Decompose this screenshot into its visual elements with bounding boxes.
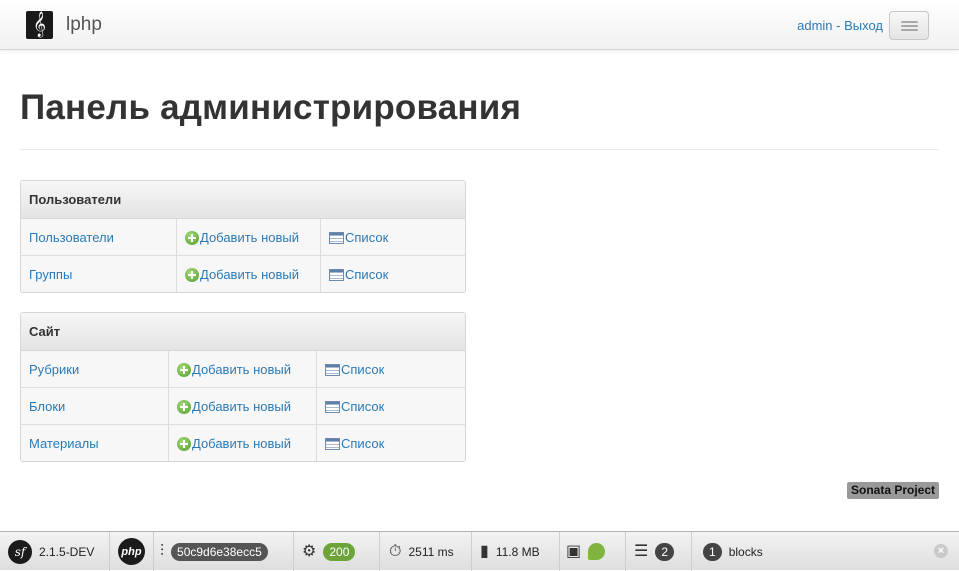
toolbar-time[interactable]: ⏱ 2511 ms (389, 532, 472, 571)
toolbar-request[interactable]: ⫶ 50c9d6e38ecc5 (160, 532, 294, 571)
toolbar-memory[interactable]: ▮ 11.8 MB (480, 532, 560, 571)
list-icon (329, 232, 344, 244)
table-row: Рубрики Добавить новый Список (21, 351, 465, 388)
close-toolbar-icon[interactable]: × (934, 544, 948, 558)
toolbar-status[interactable]: ⚙ 200 (302, 532, 380, 571)
gear-icon: ⚙ (302, 542, 317, 560)
table-row: Группы Добавить новый Список (21, 256, 465, 292)
add-new-link[interactable]: Добавить новый (185, 230, 299, 245)
debug-toolbar: sf 2.1.5-DEV php ⫶ 50c9d6e38ecc5 ⚙ 200 ⏱… (0, 531, 959, 571)
admin-link-materials[interactable]: Материалы (29, 436, 99, 451)
timer-icon: ⏱ (389, 542, 402, 560)
table-row: Материалы Добавить новый Список (21, 425, 465, 461)
admin-link-users[interactable]: Пользователи (29, 230, 114, 245)
admin-link-rubrics[interactable]: Рубрики (29, 362, 79, 377)
memory-value: 11.8 MB (495, 544, 540, 559)
list-link[interactable]: Список (325, 436, 384, 451)
user-card-icon: ▣ (566, 542, 582, 560)
toolbar-security[interactable]: ▣ (566, 532, 626, 571)
admin-link-blocks[interactable]: Блоки (29, 399, 65, 414)
page-title: Панель администрирования (20, 88, 522, 127)
table-row: Блоки Добавить новый Список (21, 388, 465, 425)
title-divider (20, 149, 939, 150)
list-link[interactable]: Список (329, 230, 388, 245)
add-new-link[interactable]: Добавить новый (185, 267, 299, 282)
group-title: Пользователи (21, 181, 465, 219)
brand-logo-icon[interactable]: 𝄞 (26, 11, 53, 39)
admin-group-site: Сайт Рубрики Добавить новый Список Блоки… (20, 312, 466, 462)
list-icon (325, 401, 340, 413)
user-links-separator: - (832, 18, 845, 33)
toolbar-blocks[interactable]: 1 blocks (703, 532, 773, 571)
list-icon (325, 364, 340, 376)
user-links: admin - Выход (797, 18, 883, 33)
sonata-project-badge[interactable]: Sonata Project (847, 482, 940, 499)
group-title: Сайт (21, 313, 465, 351)
php-logo-icon: php (118, 538, 145, 565)
add-new-link[interactable]: Добавить новый (177, 436, 291, 451)
list-icon (325, 438, 340, 450)
user-link[interactable]: admin (797, 18, 832, 33)
add-new-link[interactable]: Добавить новый (177, 362, 291, 377)
db-queries-count: 2 (655, 542, 675, 561)
time-value: 2511 ms (408, 544, 454, 559)
table-row: Пользователи Добавить новый Список (21, 219, 465, 256)
twig-leaf-icon (588, 543, 606, 560)
admin-group-users: Пользователи Пользователи Добавить новый… (20, 180, 466, 293)
toolbar-db[interactable]: ☰ 2 (634, 532, 692, 571)
blocks-label: blocks (728, 544, 763, 559)
add-icon (177, 400, 191, 414)
list-link[interactable]: Список (329, 267, 388, 282)
version-text: 2.1.5-DEV (39, 544, 95, 559)
add-icon (185, 231, 199, 245)
menu-toggle-button[interactable] (889, 11, 929, 40)
top-navbar: 𝄞 lphp admin - Выход (0, 0, 959, 50)
blocks-count: 1 (703, 542, 722, 561)
add-icon (177, 437, 191, 451)
list-link[interactable]: Список (325, 399, 384, 414)
request-icon: ⫶ (160, 542, 165, 560)
add-new-link[interactable]: Добавить новый (177, 399, 291, 414)
request-token: 50c9d6e38ecc5 (171, 542, 268, 561)
database-icon: ☰ (634, 542, 649, 560)
logout-link[interactable]: Выход (844, 18, 883, 33)
add-icon (185, 268, 199, 282)
list-link[interactable]: Список (325, 362, 384, 377)
brand-name[interactable]: lphp (66, 14, 102, 36)
status-code-badge: 200 (323, 542, 356, 561)
memory-icon: ▮ (480, 542, 489, 560)
toolbar-version[interactable]: sf 2.1.5-DEV (8, 532, 110, 571)
toolbar-php[interactable]: php (118, 532, 154, 571)
hamburger-icon (901, 21, 918, 23)
symfony-logo-icon: sf (8, 539, 32, 564)
list-icon (329, 269, 344, 281)
admin-link-groups[interactable]: Группы (29, 267, 72, 282)
add-icon (177, 363, 191, 377)
